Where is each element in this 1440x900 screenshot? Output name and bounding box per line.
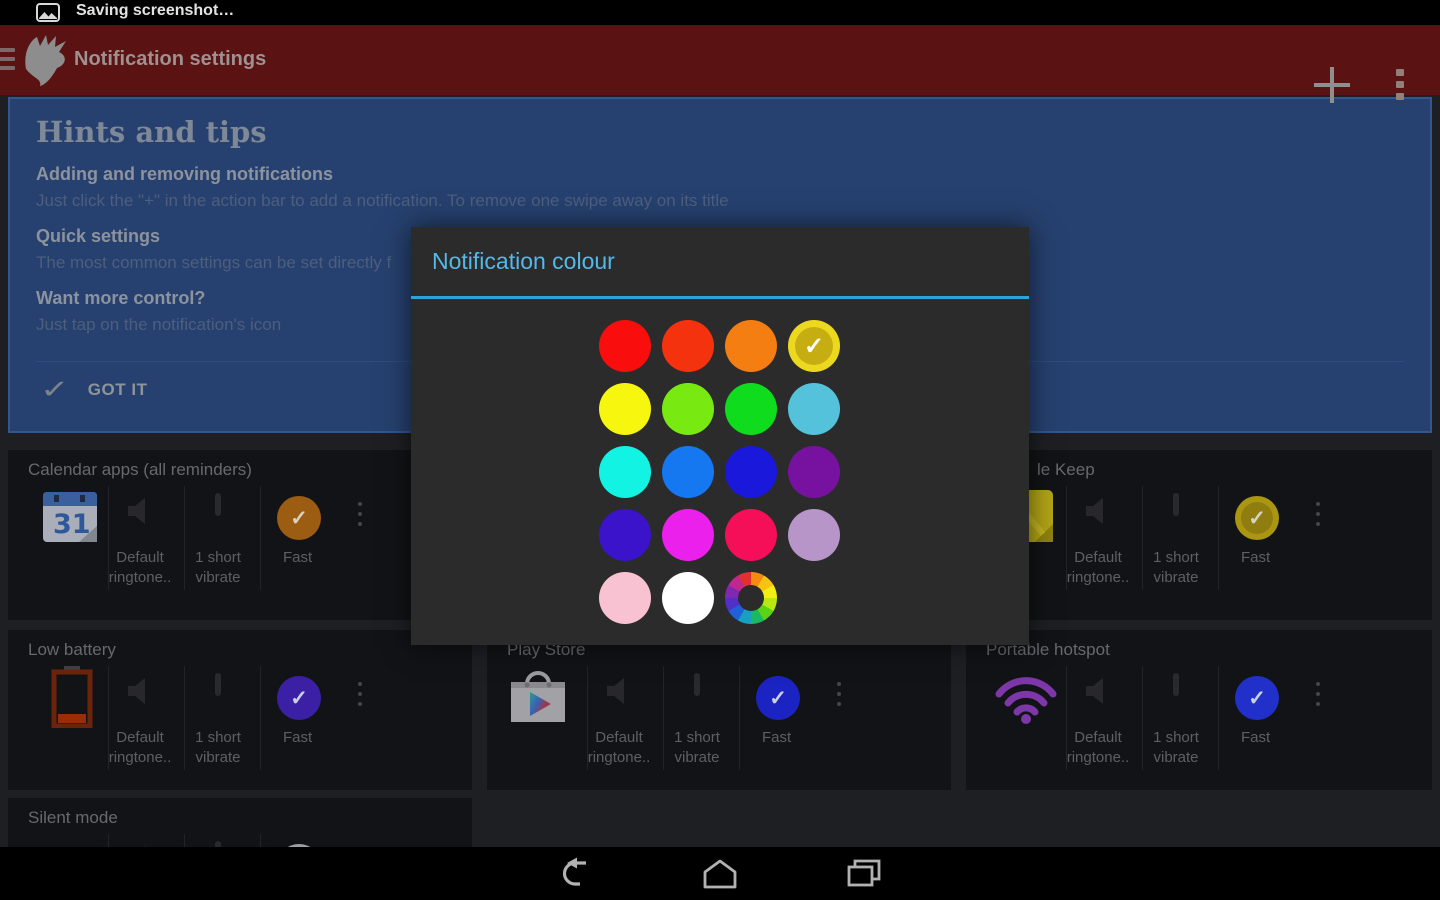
divider (260, 486, 261, 590)
color-swatch-blue[interactable] (725, 446, 777, 498)
low-battery-icon[interactable] (50, 666, 94, 733)
divider (260, 666, 261, 770)
vibrate-label: 1 short vibrate (176, 728, 260, 768)
card-overflow-icon[interactable] (1316, 502, 1320, 532)
vibrate-label: 1 short vibrate (1134, 548, 1218, 588)
color-swatch-white[interactable] (662, 572, 714, 624)
got-it-label: GOT IT (88, 380, 148, 400)
card-overflow-icon[interactable] (358, 682, 362, 712)
svg-text:31: 31 (53, 509, 91, 540)
colour-check-icon: ✓ (756, 676, 800, 720)
recents-icon[interactable] (844, 857, 884, 891)
card-title: Calendar apps (all reminders) (28, 460, 252, 480)
hints-title: Hints and tips (36, 115, 1410, 149)
speaker-icon (1083, 676, 1113, 711)
status-bar: Saving screenshot… (0, 0, 1440, 25)
speed-label: Fast (736, 728, 820, 748)
wifi-hotspot-icon[interactable] (994, 672, 1058, 729)
card-overflow-icon[interactable] (358, 502, 362, 532)
speed-label: Fast (257, 728, 341, 748)
speed-label: Fast (257, 548, 341, 568)
speaker-icon (125, 496, 155, 531)
overflow-menu-icon[interactable] (1396, 69, 1404, 105)
card-title: Low battery (28, 640, 116, 660)
back-icon[interactable] (558, 857, 598, 891)
colour-check-icon: ✓ (1235, 676, 1279, 720)
divider (739, 666, 740, 770)
card-low-battery: Low battery Default ringtone.. 1 short v… (8, 630, 472, 790)
color-swatch-custom-colour-wheel[interactable] (725, 572, 777, 624)
vibrate-icon (1173, 496, 1179, 514)
ringtone-label: Default ringtone.. (98, 728, 182, 768)
colour-check-icon: ✓ (1235, 496, 1279, 540)
color-swatch-raspberry[interactable] (725, 509, 777, 561)
screen: Saving screenshot… Notification settings… (0, 0, 1440, 900)
card-title: Silent mode (28, 808, 118, 828)
color-swatch-sky-blue[interactable] (788, 383, 840, 435)
divider (1218, 666, 1219, 770)
color-swatch-indigo[interactable] (599, 509, 651, 561)
card-hotspot: Portable hotspot Default ringtone.. 1 sh… (966, 630, 1432, 790)
color-swatch-azure[interactable] (662, 446, 714, 498)
color-swatch-chartreuse[interactable] (662, 383, 714, 435)
ringtone-label: Default ringtone.. (98, 548, 182, 588)
navigation-bar (0, 847, 1440, 900)
card-play-store: Play Store Default ringtone.. 1 short vi… (487, 630, 951, 790)
ringtone-label: Default ringtone.. (577, 728, 661, 768)
hint-body: Just click the "+" in the action bar to … (36, 191, 1410, 211)
vibrate-label: 1 short vibrate (1134, 728, 1218, 768)
hint-heading: Adding and removing notifications (36, 164, 1410, 185)
color-swatch-gold[interactable]: ✓ (788, 320, 840, 372)
vibrate-icon (1173, 676, 1179, 694)
color-swatch-magenta[interactable] (662, 509, 714, 561)
app-logo-icon (20, 33, 72, 92)
card-title: le Keep (1037, 460, 1095, 480)
color-swatch-green[interactable] (725, 383, 777, 435)
color-swatch-cyan[interactable] (599, 446, 651, 498)
colour-check-icon: ✓ (277, 496, 321, 540)
ringtone-label: Default ringtone.. (1056, 548, 1140, 588)
home-icon[interactable] (700, 857, 740, 891)
notification-colour-dialog: Notification colour ✓ (411, 227, 1029, 645)
check-icon: ✓ (40, 374, 69, 405)
colour-check-icon: ✓ (277, 676, 321, 720)
speed-label: Fast (1215, 548, 1299, 568)
speaker-icon (1083, 496, 1113, 531)
vibrate-label: 1 short vibrate (655, 728, 739, 768)
color-swatch-orange[interactable] (725, 320, 777, 372)
vibrate-icon (694, 676, 700, 694)
vibrate-icon (215, 496, 221, 514)
card-overflow-icon[interactable] (1316, 682, 1320, 712)
color-swatch-pink[interactable] (599, 572, 651, 624)
speed-label: Fast (1215, 728, 1299, 748)
color-swatch-yellow[interactable] (599, 383, 651, 435)
divider (1218, 486, 1219, 590)
dialog-title: Notification colour (432, 227, 615, 296)
page-title: Notification settings (74, 48, 266, 71)
vibrate-icon (215, 676, 221, 694)
color-swatch-purple[interactable] (788, 446, 840, 498)
card-keep: le Keep Default ringtone.. 1 short vibra… (966, 450, 1432, 620)
card-calendar: Calendar apps (all reminders) 31 Default … (8, 450, 472, 620)
play-store-app-icon[interactable] (507, 666, 569, 729)
action-bar: Notification settings (0, 25, 1440, 95)
color-swatch-plum[interactable] (788, 509, 840, 561)
status-message: Saving screenshot… (76, 2, 234, 20)
screenshot-image-icon (36, 3, 60, 27)
add-notification-icon[interactable] (1314, 67, 1350, 103)
color-swatch-red[interactable] (599, 320, 651, 372)
check-icon: ✓ (804, 332, 824, 361)
dialog-title-rule (411, 296, 1029, 299)
calendar-app-icon[interactable]: 31 (41, 488, 99, 549)
hamburger-menu-icon[interactable] (0, 48, 15, 75)
color-swatch-red-orange[interactable] (662, 320, 714, 372)
ringtone-label: Default ringtone.. (1056, 728, 1140, 768)
speaker-icon (604, 676, 634, 711)
speaker-icon (125, 676, 155, 711)
card-overflow-icon[interactable] (837, 682, 841, 712)
vibrate-label: 1 short vibrate (176, 548, 260, 588)
